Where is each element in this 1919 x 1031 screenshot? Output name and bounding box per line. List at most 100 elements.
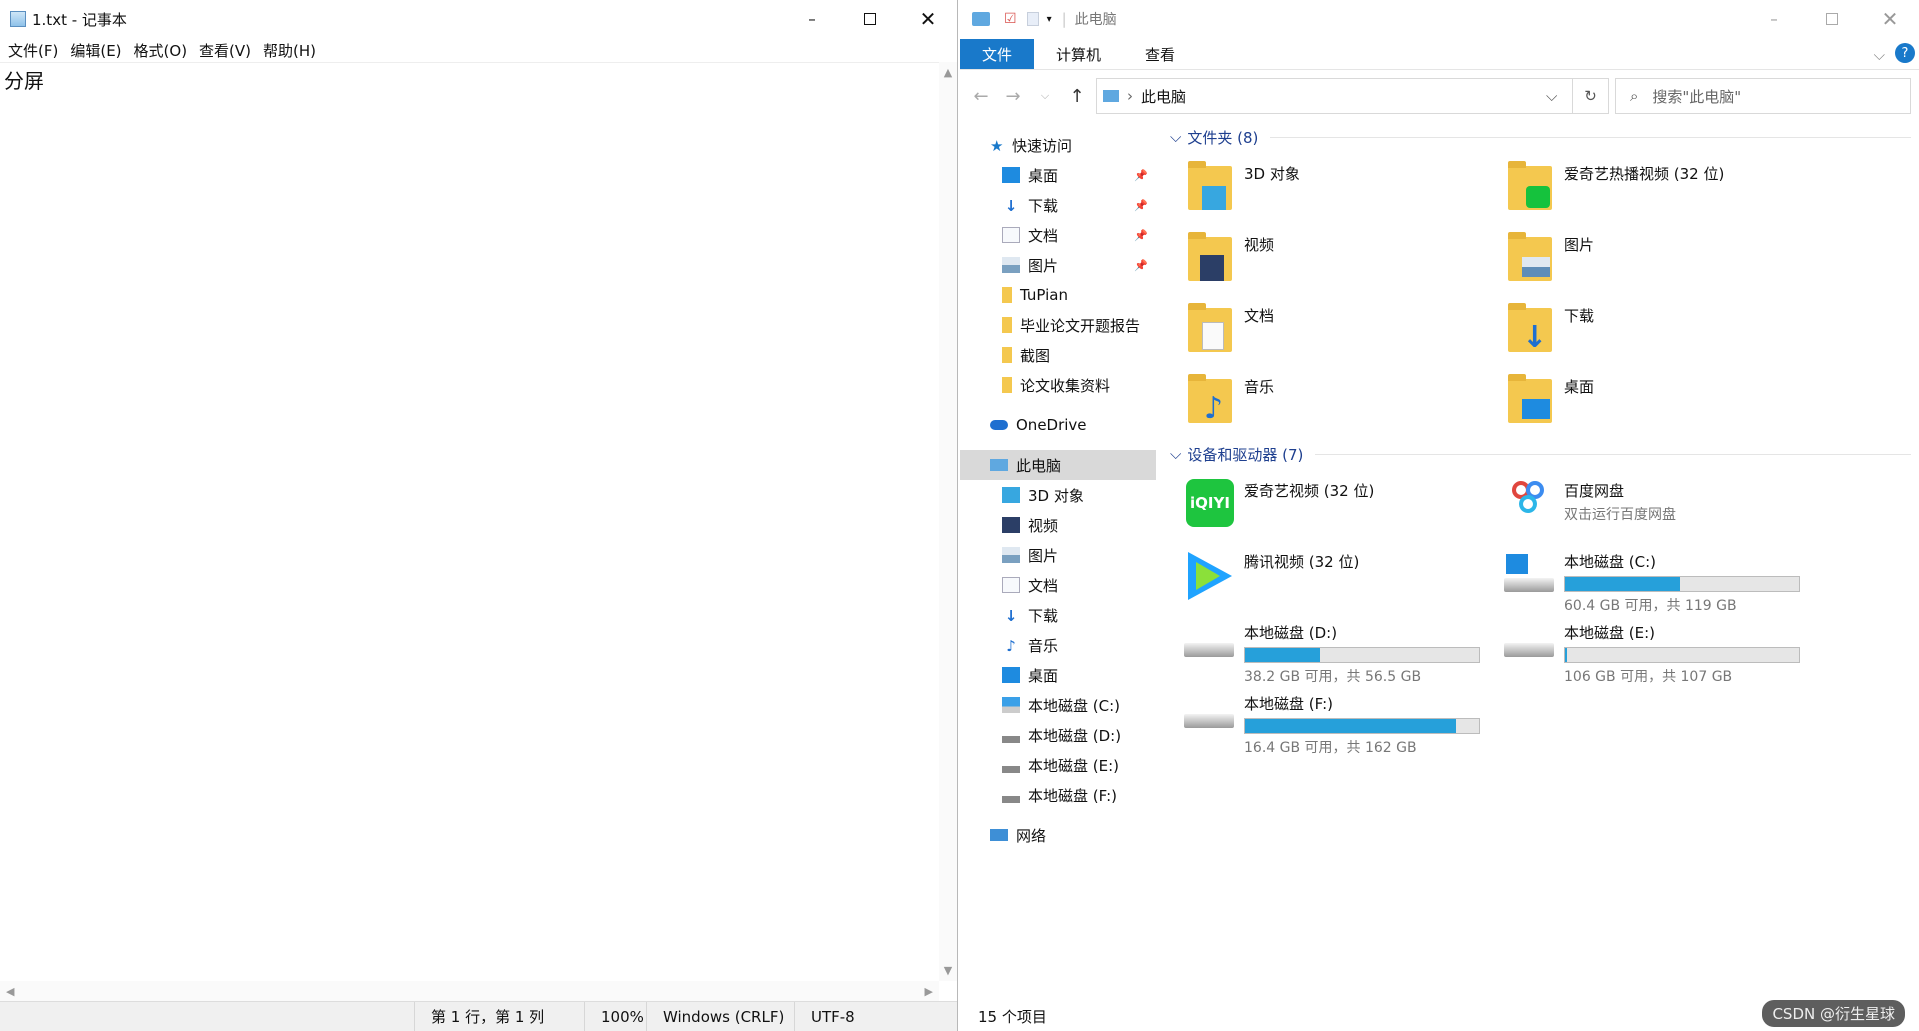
back-icon[interactable]: ←	[968, 86, 994, 107]
nav-onedrive[interactable]: OneDrive	[960, 410, 1156, 440]
maximize-button[interactable]	[1803, 0, 1861, 38]
folder-music[interactable]: ♪ 音乐	[1182, 365, 1502, 436]
app-tencent-video[interactable]: 腾讯视频 (32 位)	[1182, 540, 1502, 611]
explorer-titlebar[interactable]: ☑ ▾ | 此电脑 – ✕	[960, 0, 1919, 38]
nav-pictures[interactable]: 图片 📌	[960, 250, 1156, 280]
folder-icon	[1002, 347, 1012, 363]
nav-folder-tupian[interactable]: TuPian	[960, 280, 1156, 310]
up-icon[interactable]: ↑	[1064, 86, 1090, 107]
nav-desktop-pc[interactable]: 桌面	[960, 660, 1156, 690]
folder-desktop[interactable]: 桌面	[1502, 365, 1822, 436]
forward-icon[interactable]: →	[1000, 86, 1026, 107]
nav-3d-objects[interactable]: 3D 对象	[960, 480, 1156, 510]
scroll-down-icon[interactable]: ▼	[944, 964, 952, 977]
close-button[interactable]: ✕	[1861, 0, 1919, 38]
nav-drive-f[interactable]: 本地磁盘 (F:)	[960, 780, 1156, 810]
nav-documents[interactable]: 文档 📌	[960, 220, 1156, 250]
folders-group-header[interactable]: ⌵ 文件夹 (8)	[1156, 122, 1919, 152]
notepad-titlebar[interactable]: 1.txt - 记事本 – ✕	[0, 0, 957, 38]
collapse-icon[interactable]: ⌵	[1170, 128, 1181, 146]
nav-folder-thesis[interactable]: 毕业论文开题报告	[960, 310, 1156, 340]
maximize-button[interactable]	[841, 0, 899, 38]
search-input[interactable]: ⌕ 搜索"此电脑"	[1615, 78, 1911, 114]
nav-downloads[interactable]: ↓ 下载 📌	[960, 190, 1156, 220]
drive-usage-bar	[1564, 576, 1800, 592]
minimize-button[interactable]: –	[783, 0, 841, 38]
content-pane: ⌵ 文件夹 (8) 3D 对象 爱奇艺热播视频 (32 位) 视频 图片 文档 …	[1156, 122, 1919, 1001]
folders-grid: 3D 对象 爱奇艺热播视频 (32 位) 视频 图片 文档 ↓ 下载 ♪ 音乐 桌面	[1156, 152, 1919, 436]
drive-usage-bar	[1244, 647, 1480, 663]
folder-iqiyi-hot[interactable]: 爱奇艺热播视频 (32 位)	[1502, 152, 1822, 223]
nav-desktop[interactable]: 桌面 📌	[960, 160, 1156, 190]
folder-icon	[1002, 317, 1012, 333]
nav-music[interactable]: ♪ 音乐	[960, 630, 1156, 660]
customize-dropdown-icon[interactable]: ▾	[1047, 14, 1052, 25]
encoding: UTF-8	[794, 1002, 934, 1031]
nav-this-pc[interactable]: 此电脑	[960, 450, 1156, 480]
expand-ribbon-icon[interactable]: ⌵	[1874, 46, 1885, 64]
properties-icon[interactable]: ☑	[1004, 11, 1017, 27]
nav-network[interactable]: 网络	[960, 820, 1156, 850]
menu-format[interactable]: 格式(O)	[128, 40, 194, 61]
pin-icon[interactable]: 📌	[1134, 199, 1148, 212]
devices-group-header[interactable]: ⌵ 设备和驱动器 (7)	[1156, 439, 1919, 469]
nav-quick-access[interactable]: ★ 快速访问	[960, 130, 1156, 160]
drive-d[interactable]: 本地磁盘 (D:) 38.2 GB 可用，共 56.5 GB	[1182, 611, 1502, 685]
vertical-scrollbar[interactable]: ▲ ▼	[939, 62, 957, 981]
breadcrumb-this-pc[interactable]: 此电脑	[1141, 86, 1186, 107]
app-iqiyi[interactable]: iQIYI 爱奇艺视频 (32 位)	[1182, 469, 1502, 540]
pictures-icon	[1002, 257, 1020, 273]
folder-downloads[interactable]: ↓ 下载	[1502, 294, 1822, 365]
recent-dropdown-icon[interactable]: ⌵	[1032, 89, 1058, 103]
tab-file[interactable]: 文件	[960, 39, 1035, 69]
music-icon: ♪	[1006, 637, 1016, 655]
tab-computer[interactable]: 计算机	[1034, 39, 1123, 69]
drive-usage-bar	[1244, 718, 1480, 734]
minimize-button[interactable]: –	[1745, 0, 1803, 38]
iqiyi-icon: iQIYI	[1182, 477, 1238, 533]
drive-e[interactable]: 本地磁盘 (E:) 106 GB 可用，共 107 GB	[1502, 611, 1822, 685]
drive-f[interactable]: 本地磁盘 (F:) 16.4 GB 可用，共 162 GB	[1182, 682, 1502, 756]
breadcrumb-separator-icon: ›	[1127, 87, 1133, 105]
folder-pictures[interactable]: 图片	[1502, 223, 1822, 294]
nav-folder-screenshots[interactable]: 截图	[960, 340, 1156, 370]
nav-drive-c[interactable]: 本地磁盘 (C:)	[960, 690, 1156, 720]
collapse-icon[interactable]: ⌵	[1170, 445, 1181, 463]
nav-pictures-pc[interactable]: 图片	[960, 540, 1156, 570]
close-button[interactable]: ✕	[899, 0, 957, 38]
explorer-title: 此电脑	[1074, 12, 1117, 28]
nav-folder-papers[interactable]: 论文收集资料	[960, 370, 1156, 400]
tab-view[interactable]: 查看	[1123, 39, 1197, 69]
horizontal-scrollbar[interactable]: ◀ ▶	[0, 981, 939, 1001]
menu-view[interactable]: 查看(V)	[193, 40, 257, 61]
help-icon[interactable]: ?	[1895, 43, 1915, 63]
drive-icon	[1002, 727, 1020, 743]
nav-drive-e[interactable]: 本地磁盘 (E:)	[960, 750, 1156, 780]
drive-c[interactable]: 本地磁盘 (C:) 60.4 GB 可用，共 119 GB	[1502, 540, 1822, 614]
folder-documents[interactable]: 文档	[1182, 294, 1502, 365]
nav-downloads-pc[interactable]: ↓ 下载	[960, 600, 1156, 630]
folder-videos[interactable]: 视频	[1182, 223, 1502, 294]
app-baidu-netdisk[interactable]: 百度网盘 双击运行百度网盘	[1502, 469, 1822, 540]
pin-icon[interactable]: 📌	[1134, 169, 1148, 182]
folder-3d-objects[interactable]: 3D 对象	[1182, 152, 1502, 223]
scroll-up-icon[interactable]: ▲	[944, 66, 952, 79]
scroll-right-icon[interactable]: ▶	[925, 985, 933, 998]
address-bar[interactable]: › 此电脑 ⌵	[1096, 78, 1573, 114]
refresh-icon[interactable]: ↻	[1573, 78, 1609, 114]
pin-icon[interactable]: 📌	[1134, 259, 1148, 272]
nav-videos[interactable]: 视频	[960, 510, 1156, 540]
line-ending: Windows (CRLF)	[646, 1002, 794, 1031]
nav-documents-pc[interactable]: 文档	[960, 570, 1156, 600]
menu-help[interactable]: 帮助(H)	[257, 40, 322, 61]
nav-drive-d[interactable]: 本地磁盘 (D:)	[960, 720, 1156, 750]
menu-file[interactable]: 文件(F)	[2, 40, 64, 61]
new-folder-icon[interactable]	[1026, 12, 1039, 26]
scroll-left-icon[interactable]: ◀	[6, 985, 14, 998]
pin-icon[interactable]: 📌	[1134, 229, 1148, 242]
document-icon	[1002, 227, 1020, 243]
menu-edit[interactable]: 编辑(E)	[64, 40, 127, 61]
folder-music-icon: ♪	[1182, 373, 1238, 429]
address-dropdown-icon[interactable]: ⌵	[1546, 87, 1572, 105]
text-editor[interactable]: 分屏	[0, 62, 939, 981]
